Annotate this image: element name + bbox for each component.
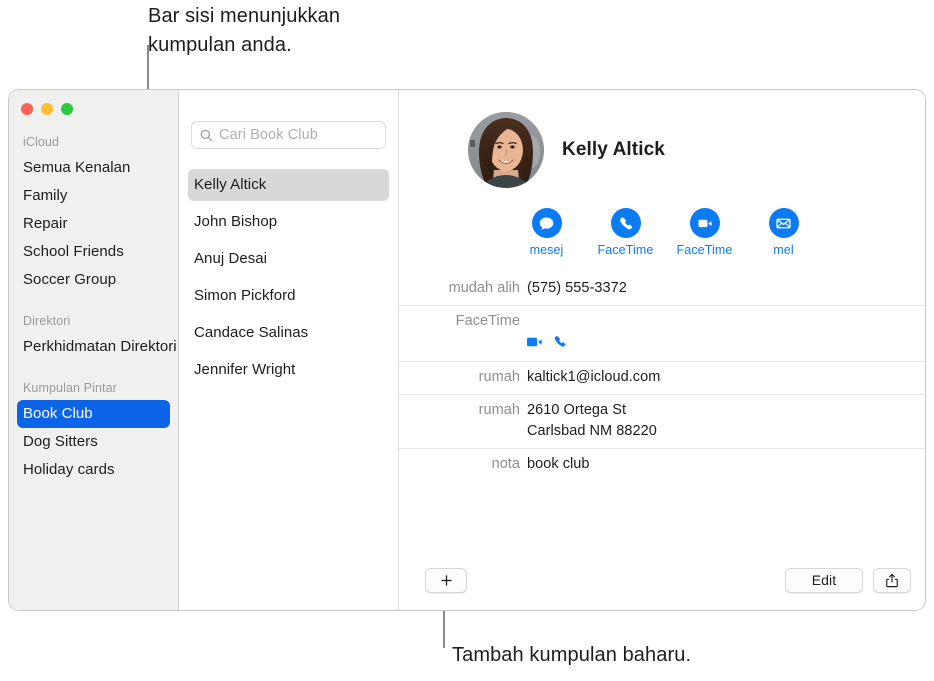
envelope-icon xyxy=(768,208,799,238)
phone-icon[interactable] xyxy=(553,313,567,355)
avatar[interactable] xyxy=(468,112,544,188)
sidebar-section-header-icloud: iCloud xyxy=(23,135,60,149)
video-camera-icon[interactable] xyxy=(527,313,544,355)
field-label: nota xyxy=(491,456,520,472)
sidebar-section-header-direktori: Direktori xyxy=(23,314,71,328)
action-message-button[interactable]: mesej xyxy=(507,208,586,257)
edit-button[interactable]: Edit xyxy=(785,567,863,593)
window-traffic-lights xyxy=(9,90,178,115)
list-item[interactable]: Anuj Desai xyxy=(188,243,389,275)
field-label: FaceTime xyxy=(455,313,520,329)
sidebar-item-semua-kenalan[interactable]: Semua Kenalan xyxy=(17,154,170,182)
sidebar: iCloud Semua Kenalan Family Repair Schoo… xyxy=(9,90,179,610)
sidebar-item-soccer-group[interactable]: Soccer Group xyxy=(17,266,170,294)
action-label: FaceTime xyxy=(676,243,733,257)
field-value-facetime xyxy=(527,311,567,355)
sidebar-section-header-kumpulan-pintar: Kumpulan Pintar xyxy=(23,381,117,395)
sidebar-item-dog-sitters[interactable]: Dog Sitters xyxy=(17,428,170,456)
contact-photo xyxy=(468,112,544,188)
sidebar-item-holiday-cards[interactable]: Holiday cards xyxy=(17,456,170,484)
field-row-email: rumah kaltick1@icloud.com xyxy=(399,361,925,394)
list-item[interactable]: John Bishop xyxy=(188,206,389,238)
quick-action-row: mesej FaceTime FaceTime mel xyxy=(399,188,925,257)
sidebar-item-school-friends[interactable]: School Friends xyxy=(17,238,170,266)
sidebar-item-book-club[interactable]: Book Club xyxy=(17,400,170,428)
action-label: mel xyxy=(773,243,794,257)
bottom-toolbar: Edit xyxy=(399,550,925,610)
action-facetime-audio-button[interactable]: FaceTime xyxy=(586,208,665,257)
action-facetime-video-button[interactable]: FaceTime xyxy=(665,208,744,257)
field-row-mobile: mudah alih (575) 555-3372 xyxy=(399,276,925,305)
contact-list: Kelly Altick John Bishop Anuj Desai Simo… xyxy=(179,169,398,386)
video-camera-icon xyxy=(689,208,720,238)
contact-detail-pane: Kelly Altick mesej FaceTime FaceTime mel… xyxy=(399,90,925,610)
field-value-note[interactable]: book club xyxy=(527,454,590,475)
field-label: mudah alih xyxy=(448,280,520,296)
action-mail-button[interactable]: mel xyxy=(744,208,823,257)
search-placeholder-text: Cari Book Club xyxy=(219,127,318,143)
contacts-window: iCloud Semua Kenalan Family Repair Schoo… xyxy=(8,89,926,611)
zoom-window-button[interactable] xyxy=(61,103,73,115)
share-icon xyxy=(886,573,898,587)
sidebar-item-repair[interactable]: Repair xyxy=(17,210,170,238)
field-value-address[interactable]: 2610 Ortega St Carlsbad NM 88220 xyxy=(527,400,657,442)
message-bubble-icon xyxy=(531,208,562,238)
sidebar-item-family[interactable]: Family xyxy=(17,182,170,210)
screenshot-root: Bar sisi menunjukkan kumpulan anda. Tamb… xyxy=(0,0,934,681)
field-label: rumah xyxy=(478,369,520,385)
sidebar-item-perkhidmatan-direktori[interactable]: Perkhidmatan Direktori xyxy=(17,333,177,361)
field-value-email[interactable]: kaltick1@icloud.com xyxy=(527,367,660,388)
field-value-phone[interactable]: (575) 555-3372 xyxy=(527,278,627,299)
contact-header: Kelly Altick xyxy=(399,90,925,188)
add-group-button[interactable] xyxy=(425,567,467,593)
close-window-button[interactable] xyxy=(21,103,33,115)
callout-bottom-text: Tambah kumpulan baharu. xyxy=(452,644,692,666)
contact-fields: mudah alih (575) 555-3372 FaceTime rumah… xyxy=(399,276,925,481)
field-row-address: rumah 2610 Ortega St Carlsbad NM 88220 xyxy=(399,394,925,448)
field-row-note: nota book club xyxy=(399,448,925,481)
share-button[interactable] xyxy=(873,567,911,593)
list-item[interactable]: Candace Salinas xyxy=(188,317,389,349)
search-input[interactable]: Cari Book Club xyxy=(191,121,386,149)
action-label: mesej xyxy=(529,243,564,257)
field-label: rumah xyxy=(478,402,520,418)
search-container: Cari Book Club xyxy=(179,90,398,149)
page-title: Kelly Altick xyxy=(562,139,665,160)
minimize-window-button[interactable] xyxy=(41,103,53,115)
contact-list-column: Cari Book Club Kelly Altick John Bishop … xyxy=(179,90,399,610)
field-row-facetime: FaceTime xyxy=(399,305,925,361)
list-item[interactable]: Kelly Altick xyxy=(188,169,389,201)
phone-icon xyxy=(610,208,641,238)
list-item[interactable]: Jennifer Wright xyxy=(188,354,389,386)
plus-icon xyxy=(440,574,452,586)
search-icon xyxy=(200,129,213,142)
list-item[interactable]: Simon Pickford xyxy=(188,280,389,312)
action-label: FaceTime xyxy=(597,243,654,257)
callout-top-text: Bar sisi menunjukkan kumpulan anda. xyxy=(148,5,341,56)
